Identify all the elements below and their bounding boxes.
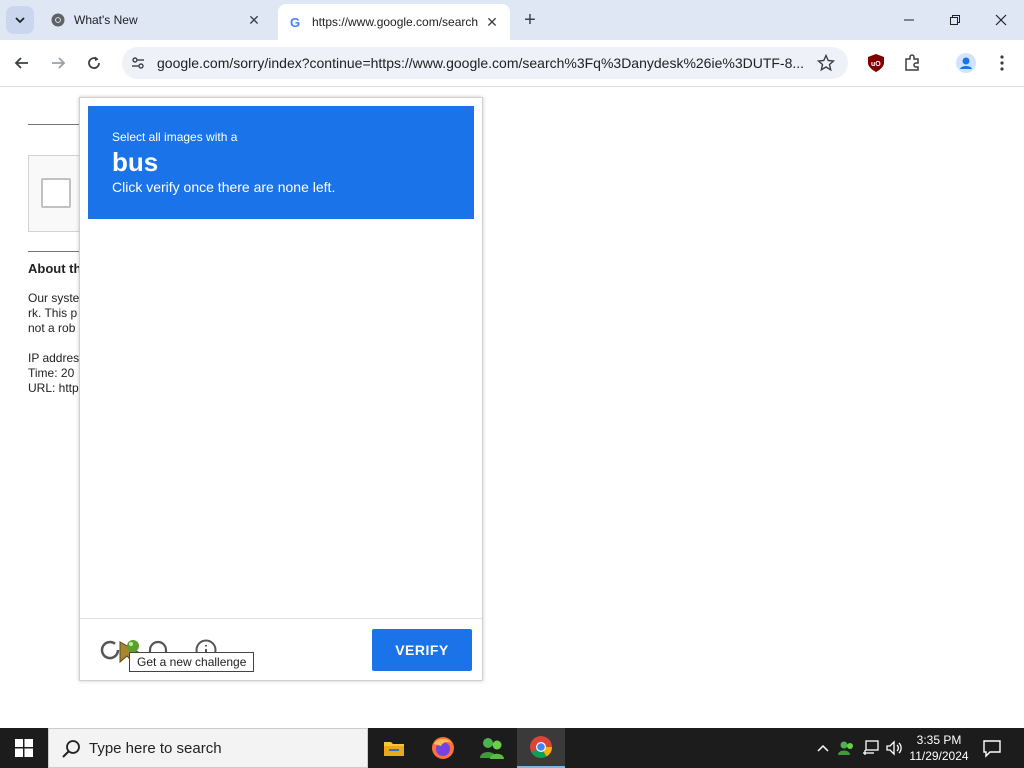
tab-search-button[interactable] bbox=[6, 6, 34, 34]
reload-button[interactable] bbox=[79, 48, 109, 78]
clock-time: 3:35 PM bbox=[916, 733, 962, 747]
tab-google-search[interactable]: G https://www.google.com/search ✕ bbox=[278, 4, 510, 40]
forward-button[interactable] bbox=[43, 48, 73, 78]
instruction-subtext: Click verify once there are none left. bbox=[112, 179, 336, 195]
system-clock[interactable]: 3:35 PM 11/29/2024 bbox=[904, 732, 974, 764]
windows-icon bbox=[15, 739, 33, 757]
close-icon bbox=[995, 14, 1007, 26]
close-window-button[interactable] bbox=[978, 0, 1024, 40]
verify-button[interactable]: VERIFY bbox=[372, 629, 472, 671]
chrome-taskbar-button[interactable] bbox=[517, 728, 565, 768]
messenger-app-button[interactable] bbox=[468, 728, 516, 768]
tab-strip: What's New ✕ G https://www.google.com/se… bbox=[0, 0, 1024, 40]
url-line-text: URL: http bbox=[28, 381, 79, 395]
minimize-button[interactable] bbox=[886, 0, 932, 40]
chrome-icon bbox=[530, 736, 552, 758]
firefox-icon bbox=[432, 737, 454, 759]
instruction-text: Select all images with a bbox=[112, 130, 238, 144]
tab-close-icon[interactable]: ✕ bbox=[244, 10, 264, 30]
tray-people-icon[interactable] bbox=[837, 738, 857, 758]
show-hidden-icons-chevron-up-icon[interactable] bbox=[813, 738, 833, 758]
about-heading: About th bbox=[28, 261, 80, 276]
start-button[interactable] bbox=[0, 728, 48, 768]
file-explorer-button[interactable] bbox=[370, 728, 418, 768]
chrome-icon bbox=[50, 12, 66, 28]
taskbar-search-box[interactable]: Type here to search bbox=[48, 728, 368, 768]
folder-icon bbox=[384, 742, 404, 756]
profile-avatar-icon[interactable] bbox=[955, 52, 977, 74]
body-text: rk. This p bbox=[28, 306, 78, 320]
body-text: Our syste bbox=[28, 291, 80, 305]
tab-title: What's New bbox=[74, 13, 138, 27]
back-button[interactable] bbox=[7, 48, 37, 78]
browser-toolbar: google.com/sorry/index?continue=https://… bbox=[0, 40, 1024, 87]
tooltip: Get a new challenge bbox=[129, 652, 255, 672]
tab-whats-new[interactable]: What's New ✕ bbox=[40, 4, 272, 36]
arrow-right-icon bbox=[52, 57, 66, 69]
restore-button[interactable] bbox=[932, 0, 978, 40]
extensions-puzzle-icon[interactable] bbox=[901, 52, 923, 74]
tab-close-icon[interactable]: ✕ bbox=[482, 12, 502, 32]
volume-icon[interactable] bbox=[884, 738, 904, 758]
divider bbox=[28, 251, 80, 252]
tab-title: https://www.google.com/search bbox=[312, 15, 479, 29]
address-bar[interactable]: google.com/sorry/index?continue=https://… bbox=[122, 47, 848, 79]
chevron-down-icon bbox=[15, 17, 25, 24]
network-icon[interactable] bbox=[861, 738, 881, 758]
challenge-header: Select all images with a bus Click verif… bbox=[88, 106, 474, 219]
site-info-icon[interactable] bbox=[128, 53, 148, 73]
body-text: not a rob bbox=[28, 321, 76, 335]
taskbar: Type here to search 3:35 PM 11/29/2024 bbox=[0, 728, 1024, 768]
restore-icon bbox=[950, 15, 960, 25]
browser-menu-icon[interactable] bbox=[991, 52, 1013, 74]
new-tab-button[interactable]: + bbox=[518, 8, 542, 32]
search-placeholder: Type here to search bbox=[89, 740, 222, 757]
target-object-text: bus bbox=[112, 147, 159, 177]
clock-date: 11/29/2024 bbox=[909, 749, 969, 763]
url-text: google.com/sorry/index?continue=https://… bbox=[157, 55, 805, 71]
ip-address-text: IP addres bbox=[28, 351, 80, 365]
search-icon bbox=[62, 740, 80, 758]
arrow-left-icon bbox=[14, 57, 28, 69]
recaptcha-challenge-dialog: Select all images with a bus Click verif… bbox=[79, 97, 483, 681]
bookmark-star-icon[interactable] bbox=[816, 53, 836, 73]
recaptcha-checkbox[interactable] bbox=[41, 178, 71, 208]
divider bbox=[28, 124, 80, 125]
reload-icon bbox=[88, 56, 100, 69]
svg-text:G: G bbox=[290, 15, 300, 29]
ublock-extension-icon[interactable]: uO bbox=[865, 52, 887, 74]
challenge-footer: Get a new challenge VERIFY bbox=[80, 618, 482, 681]
firefox-button[interactable] bbox=[419, 728, 467, 768]
people-icon bbox=[480, 738, 504, 759]
svg-text:uO: uO bbox=[871, 61, 881, 68]
notifications-icon[interactable] bbox=[982, 738, 1002, 758]
time-text: Time: 20 bbox=[28, 366, 75, 380]
google-icon: G bbox=[288, 14, 304, 30]
minimize-icon bbox=[904, 19, 914, 21]
